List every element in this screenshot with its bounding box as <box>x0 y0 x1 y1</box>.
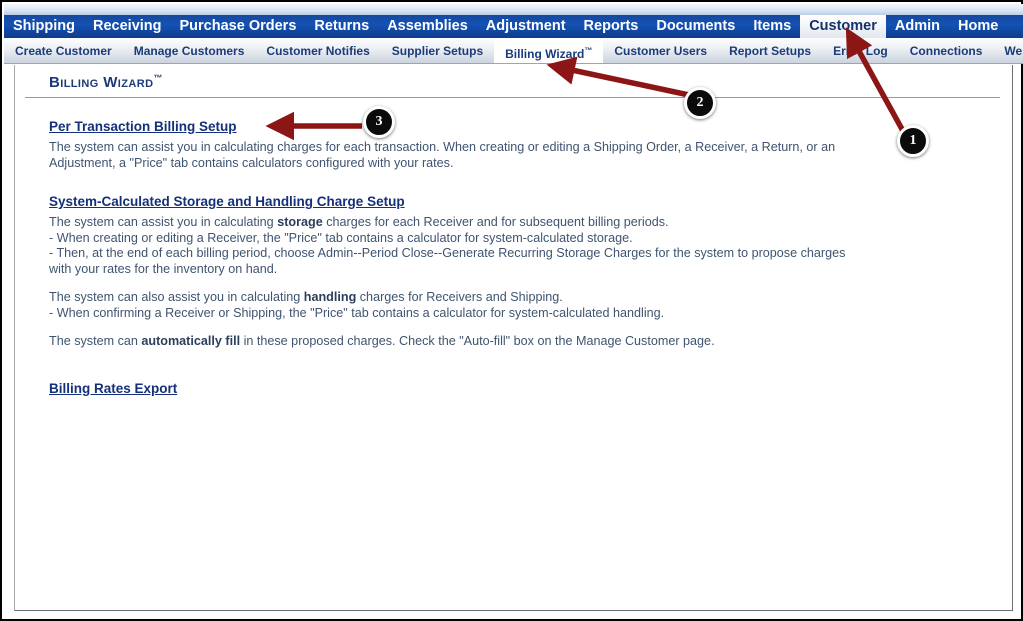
paragraph-auto-fill: The system can automatically fill in the… <box>49 334 715 348</box>
paragraph-storage-bullet-1: - When creating or editing a Receiver, t… <box>49 230 633 245</box>
page-content-panel: Billing Wizard™ Per Transaction Billing … <box>14 65 1013 611</box>
main-menu-item-items[interactable]: Items <box>744 15 800 38</box>
main-menu-item-customer[interactable]: Customer <box>800 15 886 38</box>
main-menu-item-shipping[interactable]: Shipping <box>4 15 84 38</box>
page-title-trademark-icon: ™ <box>153 73 163 83</box>
main-menu-item-purchase-orders[interactable]: Purchase Orders <box>171 15 306 38</box>
sub-menu-item-web-services[interactable]: Web Services <box>993 38 1023 63</box>
sub-menu-item-supplier-setups[interactable]: Supplier Setups <box>381 38 494 63</box>
sub-menu-item-customer-notifies[interactable]: Customer Notifies <box>255 38 380 63</box>
main-menu-item-adjustment[interactable]: Adjustment <box>477 15 575 38</box>
main-menu-bar: Shipping Receiving Purchase Orders Retur… <box>4 15 1023 38</box>
link-system-calculated-storage-handling-setup[interactable]: System-Calculated Storage and Handling C… <box>49 194 405 209</box>
paragraph-per-transaction-description: The system can assist you in calculating… <box>49 140 836 170</box>
section-billing-rates-export: Billing Rates Export <box>49 380 979 398</box>
sub-menu-item-error-log[interactable]: Error Log <box>822 38 899 63</box>
sub-menu-item-billing-wizard-label: Billing Wizard <box>505 46 585 61</box>
title-divider <box>25 97 1000 98</box>
sub-menu-item-manage-customers[interactable]: Manage Customers <box>123 38 256 63</box>
sub-menu-item-create-customer[interactable]: Create Customer <box>4 38 123 63</box>
sub-menu-item-billing-wizard[interactable]: Billing Wizard™ <box>494 38 604 63</box>
page-title-text: Billing Wizard <box>49 74 154 91</box>
paragraph-storage-intro: The system can assist you in calculating… <box>49 215 669 229</box>
emphasis-text: handling <box>303 290 357 304</box>
paragraph-handling-intro: The system can also assist you in calcul… <box>49 290 563 304</box>
page-title: Billing Wizard™ <box>49 73 163 91</box>
sub-menu-item-customer-users[interactable]: Customer Users <box>603 38 718 63</box>
sub-menu-item-report-setups[interactable]: Report Setups <box>718 38 822 63</box>
main-menu-item-receiving[interactable]: Receiving <box>84 15 171 38</box>
page-body: Per Transaction Billing Setup The system… <box>49 118 979 398</box>
main-menu-item-reports[interactable]: Reports <box>575 15 648 38</box>
main-menu-item-documents[interactable]: Documents <box>647 15 744 38</box>
section-per-transaction-billing: Per Transaction Billing Setup The system… <box>49 118 979 171</box>
window-frame: Shipping Receiving Purchase Orders Retur… <box>0 0 1023 621</box>
application-window: Shipping Receiving Purchase Orders Retur… <box>0 0 1023 621</box>
emphasis-text: storage <box>277 215 323 229</box>
paragraph-storage-bullet-2: - Then, at the end of each billing perio… <box>49 246 846 276</box>
title-strip <box>4 4 1023 15</box>
main-menu-item-assemblies[interactable]: Assemblies <box>378 15 477 38</box>
trademark-symbol: ™ <box>584 45 593 55</box>
main-menu-item-returns[interactable]: Returns <box>305 15 378 38</box>
link-per-transaction-billing-setup[interactable]: Per Transaction Billing Setup <box>49 119 237 134</box>
sub-menu-item-connections[interactable]: Connections <box>899 38 994 63</box>
main-menu-item-home[interactable]: Home <box>949 15 1007 38</box>
main-menu-item-admin[interactable]: Admin <box>886 15 949 38</box>
paragraph-handling-bullet-1: - When confirming a Receiver or Shipping… <box>49 305 665 320</box>
sub-menu-bar: Create Customer Manage Customers Custome… <box>4 38 1023 64</box>
emphasis-text: automatically fill <box>141 334 241 348</box>
link-billing-rates-export[interactable]: Billing Rates Export <box>49 381 177 396</box>
section-storage-handling-charge: System-Calculated Storage and Handling C… <box>49 193 979 350</box>
